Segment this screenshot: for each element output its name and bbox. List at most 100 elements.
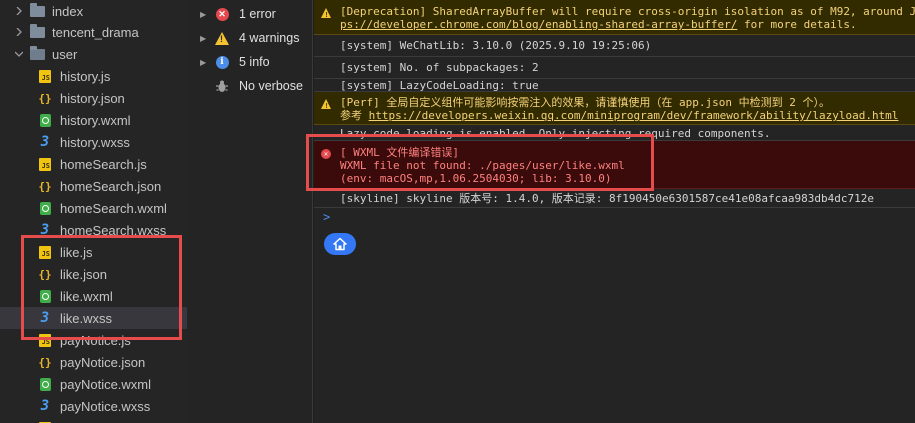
wxml-file-icon xyxy=(40,289,51,303)
file-item[interactable]: like.wxml xyxy=(0,285,187,307)
message-text: [Perf] 全局自定义组件可能影响按需注入的效果，请谨慎使用（在 app.js… xyxy=(340,96,830,109)
file-item[interactable]: {} history.json xyxy=(0,87,187,109)
file-label: like.js xyxy=(60,244,93,260)
file-item[interactable]: JS homeSearch.js xyxy=(0,153,187,175)
wxml-file-icon xyxy=(40,377,51,391)
error-icon: ✕ xyxy=(321,149,331,159)
file-label: history.json xyxy=(60,90,125,106)
console-filter-sidebar: ▶ ✕ 1 error ▶ ! 4 warnings ▶ i 5 info No… xyxy=(187,0,313,423)
message-text: [system] WeChatLib: 3.10.0 (2025.9.10 19… xyxy=(340,39,652,52)
file-item[interactable]: {} like.json xyxy=(0,263,187,285)
filter-verbose[interactable]: No verbose xyxy=(187,75,313,97)
file-item[interactable]: 3 payNotice.wxss xyxy=(0,395,187,417)
console-message-system: [system] WeChatLib: 3.10.0 (2025.9.10 19… xyxy=(314,35,915,57)
file-item[interactable]: 3 history.wxss xyxy=(0,131,187,153)
message-text: Lazy code loading is enabled. Only injec… xyxy=(340,127,771,140)
file-label: homeSearch.wxss xyxy=(60,222,167,238)
home-button[interactable] xyxy=(324,233,356,255)
filter-errors[interactable]: ▶ ✕ 1 error xyxy=(187,3,313,25)
folder-icon xyxy=(30,24,45,38)
file-item[interactable]: JS history.js xyxy=(0,65,187,87)
expand-arrow-icon: ▶ xyxy=(200,57,207,67)
chevron-down-icon xyxy=(14,49,24,59)
chevron-right-icon xyxy=(14,27,24,37)
expand-arrow-icon: ▶ xyxy=(200,9,207,19)
filter-info[interactable]: ▶ i 5 info xyxy=(187,51,313,73)
chevron-right-icon xyxy=(14,6,24,16)
json-file-icon: {} xyxy=(38,91,52,105)
home-icon xyxy=(333,237,347,251)
wxss-file-icon: 3 xyxy=(40,134,50,150)
filter-errors-label: 1 error xyxy=(239,7,276,21)
file-label: history.js xyxy=(60,68,111,84)
error-detail: WXML file not found: ./pages/user/like.w… xyxy=(340,159,625,172)
console-message-system: [system] No. of subpackages: 2 xyxy=(314,57,915,79)
file-label: homeSearch.json xyxy=(60,178,162,194)
error-icon: ✕ xyxy=(215,7,229,21)
file-item[interactable]: homeSearch.wxml xyxy=(0,197,187,219)
file-label: payNotice.json xyxy=(60,354,146,370)
file-tree: index tencent_drama user JS history.js {}… xyxy=(0,0,187,423)
js-file-icon: JS xyxy=(39,245,51,259)
file-item[interactable]: JS like.js xyxy=(0,241,187,263)
bug-icon xyxy=(215,79,229,93)
message-text: [Deprecation] SharedArrayBuffer will req… xyxy=(340,5,915,18)
file-label: payNotice.wxml xyxy=(60,376,152,392)
file-label: payNotice.wxss xyxy=(60,398,151,414)
folder-index[interactable]: index xyxy=(0,0,187,22)
folder-tencent-drama[interactable]: tencent_drama xyxy=(0,21,187,43)
console-output: ! [Deprecation] SharedArrayBuffer will r… xyxy=(314,0,915,423)
js-file-icon: JS xyxy=(39,69,51,83)
filter-verbose-label: No verbose xyxy=(239,79,303,93)
message-text: 参考 xyxy=(340,109,369,122)
file-label: payNotice.js xyxy=(60,332,131,348)
json-file-icon: {} xyxy=(38,355,52,369)
message-text: for more details. xyxy=(737,18,857,31)
console-message-system: [system] LazyCodeLoading: true xyxy=(314,79,915,92)
console-message-skyline: [skyline] skyline 版本号: 1.4.0, 版本记录: 8f19… xyxy=(314,189,915,208)
wxss-file-icon: 3 xyxy=(40,310,50,326)
warning-icon: ! xyxy=(321,8,331,19)
folder-label: index xyxy=(52,3,84,19)
wxml-file-icon xyxy=(40,113,51,127)
error-title: [ WXML 文件编译错误] xyxy=(340,146,459,159)
deprecation-link[interactable]: ps://developer.chrome.com/blog/enabling-… xyxy=(340,18,737,31)
wxml-file-icon xyxy=(40,201,51,215)
file-item[interactable]: 3 homeSearch.wxss xyxy=(0,219,187,241)
folder-open-icon xyxy=(30,46,45,60)
file-item[interactable]: {} payNotice.json xyxy=(0,351,187,373)
console-message-perf: ! [Perf] 全局自定义组件可能影响按需注入的效果，请谨慎使用（在 app.… xyxy=(314,92,915,125)
file-label: homeSearch.wxml xyxy=(60,200,167,216)
message-text: [system] No. of subpackages: 2 xyxy=(340,61,539,74)
folder-label: tencent_drama xyxy=(52,24,139,40)
info-icon: i xyxy=(215,55,229,69)
folder-icon xyxy=(30,3,45,17)
wxss-file-icon: 3 xyxy=(40,398,50,414)
console-prompt-icon[interactable]: > xyxy=(323,210,330,224)
json-file-icon: {} xyxy=(38,179,52,193)
expand-arrow-icon: ▶ xyxy=(200,33,207,43)
warning-icon: ! xyxy=(215,31,229,45)
error-env: (env: macOS,mp,1.06.2504030; lib: 3.10.0… xyxy=(340,172,612,185)
file-label: like.json xyxy=(60,266,107,282)
console-message-deprecation: ! [Deprecation] SharedArrayBuffer will r… xyxy=(314,0,915,35)
json-file-icon: {} xyxy=(38,267,52,281)
filter-warnings-label: 4 warnings xyxy=(239,31,300,45)
wxss-file-icon: 3 xyxy=(40,222,50,238)
file-item[interactable]: history.wxml xyxy=(0,109,187,131)
message-text: [system] LazyCodeLoading: true xyxy=(340,79,539,92)
file-label: history.wxss xyxy=(60,134,130,150)
warning-icon: ! xyxy=(321,99,331,110)
file-item[interactable]: {} homeSearch.json xyxy=(0,175,187,197)
message-text: [skyline] skyline 版本号: 1.4.0, 版本记录: 8f19… xyxy=(340,192,874,205)
filter-warnings[interactable]: ▶ ! 4 warnings xyxy=(187,27,313,49)
file-item[interactable]: JS xyxy=(0,417,187,423)
js-file-icon: JS xyxy=(39,157,51,171)
file-label: like.wxss xyxy=(60,310,113,326)
file-item[interactable]: JS payNotice.js xyxy=(0,329,187,351)
js-file-icon: JS xyxy=(39,333,51,347)
lazyload-doc-link[interactable]: https://developers.weixin.qq.com/minipro… xyxy=(369,109,899,122)
file-item-selected[interactable]: 3 like.wxss xyxy=(0,307,187,329)
file-item[interactable]: payNotice.wxml xyxy=(0,373,187,395)
folder-user[interactable]: user xyxy=(0,43,187,65)
